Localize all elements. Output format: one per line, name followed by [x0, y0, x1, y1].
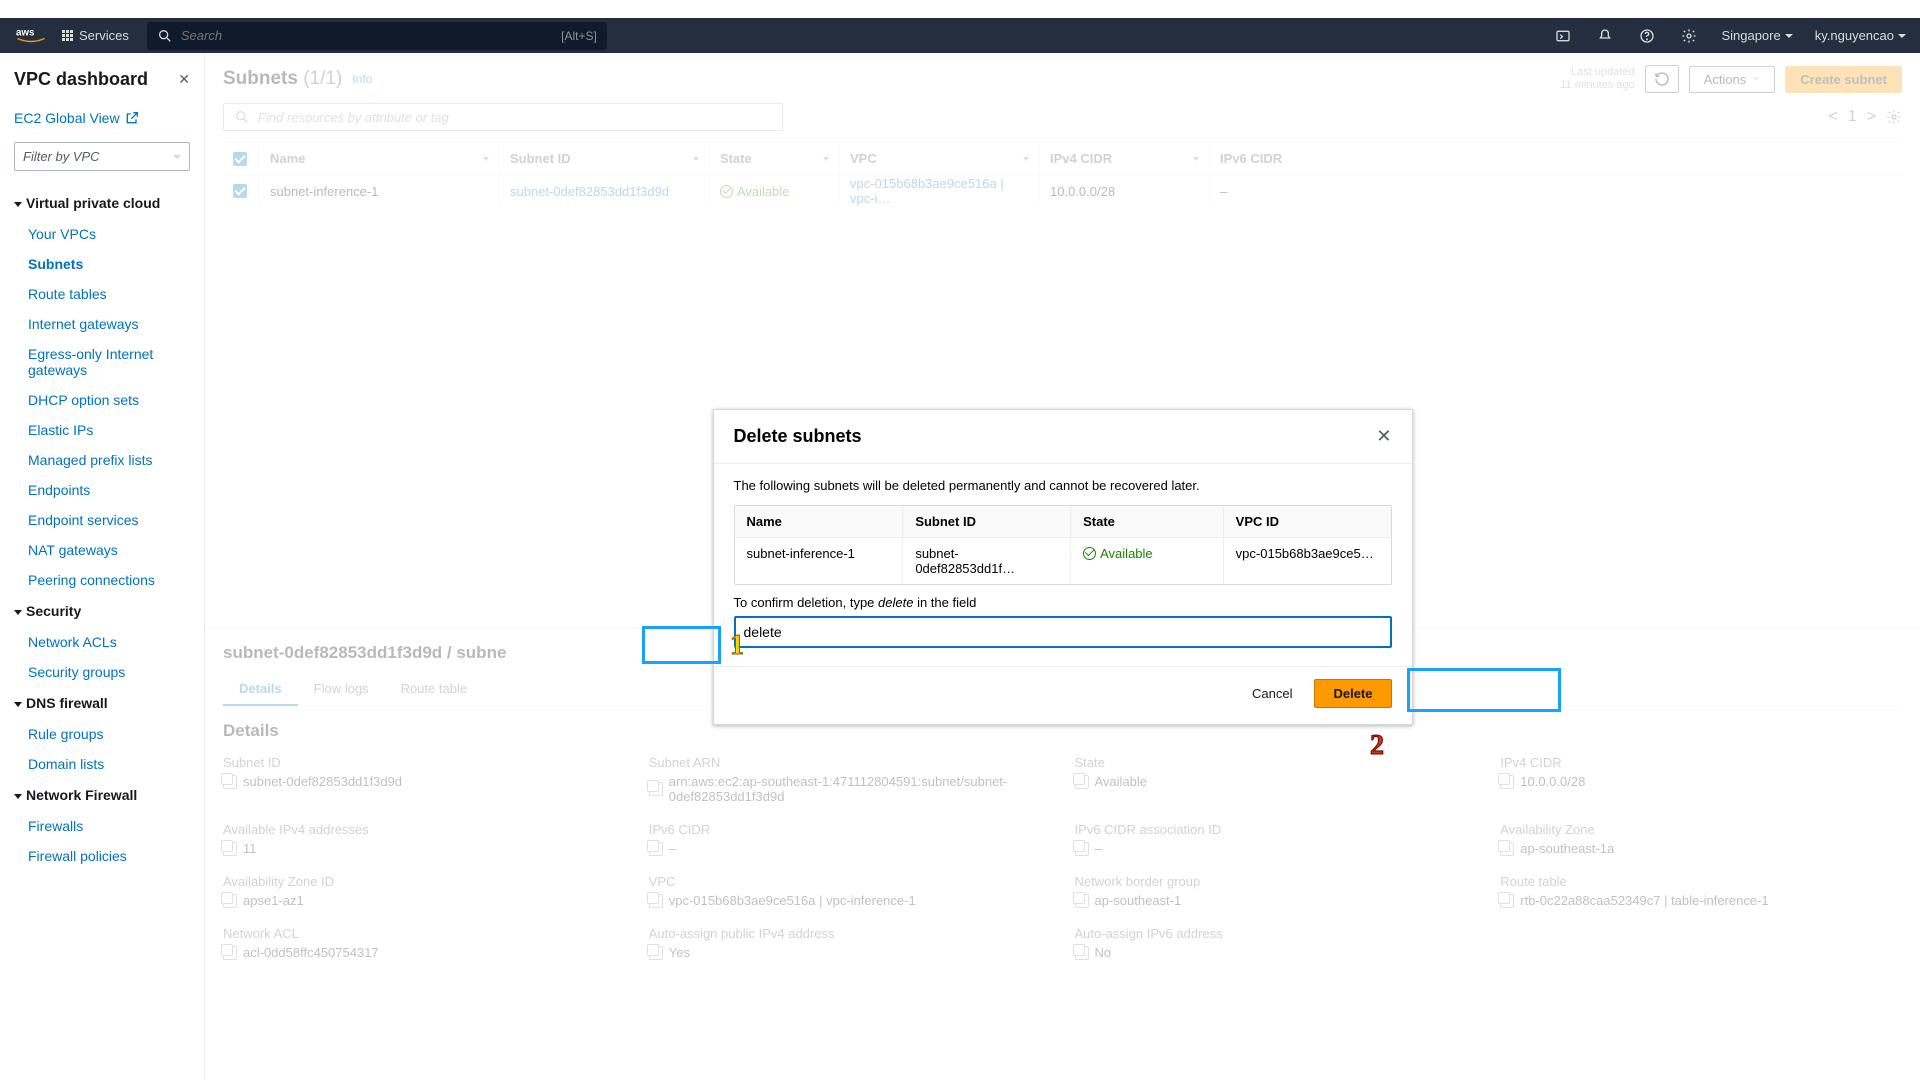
notifications-icon[interactable]: [1595, 26, 1615, 46]
sidebar-item[interactable]: NAT gateways: [0, 535, 204, 565]
aws-logo[interactable]: aws: [14, 25, 48, 46]
chevron-down-icon: [14, 610, 22, 615]
close-icon[interactable]: ✕: [1376, 426, 1391, 447]
confirm-instruction: To confirm deletion, type delete in the …: [734, 595, 1392, 610]
external-link-icon: [124, 110, 140, 126]
account-menu[interactable]: ky.nguyencao: [1815, 28, 1906, 43]
chevron-down-icon: [14, 794, 22, 799]
cancel-button[interactable]: Cancel: [1240, 679, 1304, 708]
sidebar-section[interactable]: DNS firewall: [0, 687, 204, 719]
sidebar-section[interactable]: Network Firewall: [0, 779, 204, 811]
main-content: Subnets (1/1) Info Last updated11 minute…: [205, 53, 1920, 1080]
sidebar-item[interactable]: Route tables: [0, 279, 204, 309]
modal-overlay: Delete subnets ✕ The following subnets w…: [205, 53, 1920, 1080]
sidebar-item[interactable]: Elastic IPs: [0, 415, 204, 445]
ec2-global-view-link[interactable]: EC2 Global View: [0, 102, 204, 134]
sidebar-item[interactable]: DHCP option sets: [0, 385, 204, 415]
search-icon: [157, 28, 173, 44]
check-circle-icon: [1083, 547, 1096, 560]
sidebar: VPC dashboard✕ EC2 Global View Filter by…: [0, 53, 205, 1080]
sidebar-item[interactable]: Domain lists: [0, 749, 204, 779]
grid-icon: [62, 30, 73, 41]
sidebar-item[interactable]: Egress-only Internet gateways: [0, 339, 204, 385]
sidebar-item[interactable]: Managed prefix lists: [0, 445, 204, 475]
top-navbar: aws Services [Alt+S] Singapore ky.nguyen…: [0, 18, 1920, 53]
region-selector[interactable]: Singapore: [1721, 28, 1792, 43]
sidebar-item[interactable]: Security groups: [0, 657, 204, 687]
services-menu[interactable]: Services: [62, 28, 129, 43]
close-icon[interactable]: ✕: [178, 71, 190, 88]
delete-subnets-modal: Delete subnets ✕ The following subnets w…: [713, 409, 1413, 725]
cloudshell-icon[interactable]: [1553, 26, 1573, 46]
confirm-delete-input[interactable]: [734, 616, 1392, 648]
chevron-down-icon: [14, 202, 22, 207]
modal-table-row: subnet-inference-1 subnet-0def82853dd1f……: [735, 537, 1391, 584]
sidebar-item[interactable]: Endpoint services: [0, 505, 204, 535]
sidebar-item[interactable]: Internet gateways: [0, 309, 204, 339]
chevron-down-icon: [173, 155, 181, 159]
sidebar-item[interactable]: Network ACLs: [0, 627, 204, 657]
sidebar-item[interactable]: Firewalls: [0, 811, 204, 841]
sidebar-item[interactable]: Your VPCs: [0, 219, 204, 249]
sidebar-item[interactable]: Endpoints: [0, 475, 204, 505]
services-label: Services: [79, 28, 129, 43]
delete-button[interactable]: Delete: [1314, 679, 1391, 708]
search-input[interactable]: [181, 28, 553, 43]
chevron-down-icon: [1785, 34, 1793, 38]
sidebar-item[interactable]: Peering connections: [0, 565, 204, 595]
modal-message: The following subnets will be deleted pe…: [734, 478, 1392, 493]
help-icon[interactable]: [1637, 26, 1657, 46]
sidebar-section[interactable]: Security: [0, 595, 204, 627]
sidebar-item[interactable]: Rule groups: [0, 719, 204, 749]
svg-text:aws: aws: [16, 28, 35, 39]
global-search[interactable]: [Alt+S]: [147, 22, 607, 50]
sidebar-item[interactable]: Firewall policies: [0, 841, 204, 871]
modal-table: Name Subnet ID State VPC ID subnet-infer…: [734, 505, 1392, 585]
filter-vpc-select[interactable]: Filter by VPC: [14, 142, 190, 171]
modal-title: Delete subnets: [734, 426, 862, 447]
sidebar-section[interactable]: Virtual private cloud: [0, 187, 204, 219]
chevron-down-icon: [1898, 34, 1906, 38]
sidebar-title: VPC dashboard✕: [0, 65, 204, 102]
sidebar-item[interactable]: Subnets: [0, 249, 204, 279]
search-hint: [Alt+S]: [561, 29, 597, 43]
settings-icon[interactable]: [1679, 26, 1699, 46]
chevron-down-icon: [14, 702, 22, 707]
